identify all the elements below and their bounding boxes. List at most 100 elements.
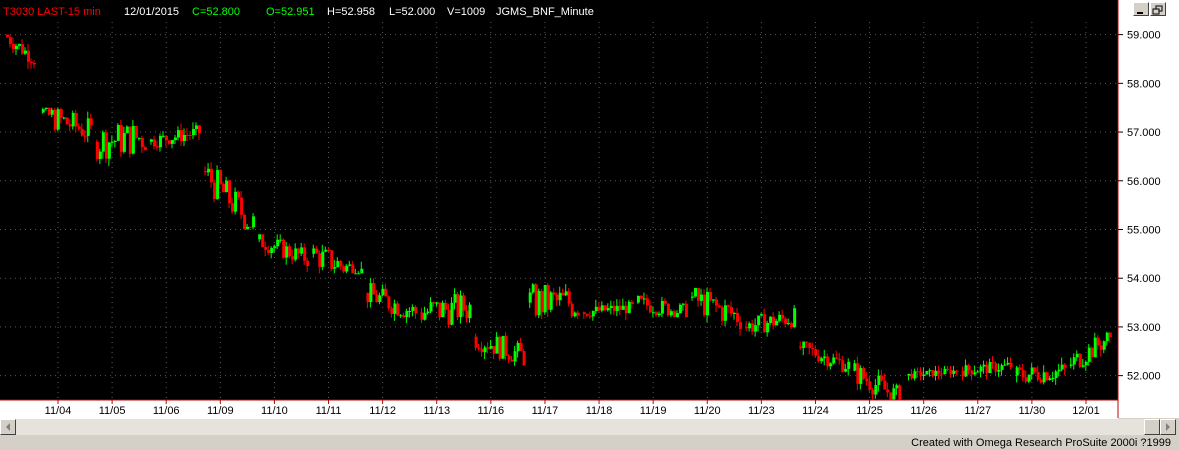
candle-body [648,305,652,313]
candle-body [865,378,869,382]
candle-body [219,170,223,184]
candle-body [802,341,806,348]
restore-button[interactable] [1150,2,1166,16]
candle-body [122,133,126,152]
candle-body [261,234,265,247]
candle-body [751,323,755,332]
candle-body [522,350,526,366]
candle-body [477,347,481,349]
x-tick-label: 11/06 [153,405,180,417]
candle-body [1006,362,1010,365]
candle-body [1015,367,1019,376]
candle-body [1018,367,1022,370]
x-tick-label: 11/27 [964,405,991,417]
candle-body [408,310,412,312]
candle-body [913,371,917,379]
horizontal-scrollbar[interactable] [0,419,1160,435]
candle-body [246,226,250,230]
candle-body [495,336,499,354]
candle-body [537,290,541,316]
candle-body [997,369,1001,372]
candle-body [639,295,643,299]
candle-body [399,315,403,317]
candle-body [991,362,995,364]
candle-body [847,361,851,369]
candle-body [748,323,752,329]
candle-body [805,341,809,343]
candle-body [324,249,328,252]
candle-body [519,342,523,351]
candle-body [1048,378,1052,381]
candle-body [1027,374,1031,382]
candle-body [1078,353,1082,367]
candle-body [390,308,394,314]
candle-body [161,135,165,137]
candle-body [868,381,872,390]
candle-body [459,295,463,318]
candle-body [137,137,141,139]
candle-body [892,388,896,400]
scroll-thumb[interactable] [1144,419,1160,435]
candle-body [724,305,728,321]
candle-body [669,311,673,316]
candle-body [694,287,698,297]
candle-body [814,349,818,356]
candle-body [889,392,893,400]
restore-icon [1152,5,1163,15]
candle-body [98,151,102,159]
candle-body [612,305,616,311]
candle-body [799,346,803,348]
x-tick-label: 11/09 [207,405,234,417]
candle-body [573,312,577,317]
candle-body [225,180,229,193]
candle-body [585,313,589,316]
candle-body [312,248,316,254]
candle-body [1051,378,1055,380]
candle-body [961,370,965,377]
candle-body [348,264,352,266]
candle-body [345,265,349,272]
candle-body [207,168,211,173]
candle-body [333,267,337,269]
candle-body [134,125,138,139]
candle-body [829,363,833,367]
candle-body [113,140,117,142]
candle-body [462,295,466,311]
footer-credit: Created with Omega Research ProSuite 200… [911,437,1171,449]
candle-body [597,306,601,311]
candle-body [483,347,487,353]
candle-body [59,109,63,118]
candle-body [940,373,944,375]
y-tick-label: 59.000 [1127,30,1161,42]
x-tick-label: 11/30 [1019,405,1046,417]
candle-body [264,246,268,250]
scroll-left-button[interactable] [0,419,16,435]
candle-body [582,312,586,314]
candle-body [555,294,559,301]
candle-body [844,368,848,372]
scroll-right-button[interactable] [1160,419,1176,435]
candle-body [609,305,613,309]
candle-body [1072,357,1076,365]
candle-body [77,126,81,129]
open-label: O=52.951 [266,6,315,18]
candle-body [83,135,87,137]
candle-body [191,128,195,136]
candle-body [877,375,881,386]
candle-body [300,247,304,254]
candle-body [170,140,174,144]
y-tick-label: 53.000 [1127,322,1161,334]
candle-body [1087,347,1091,362]
candle-body [660,300,664,314]
minimize-button[interactable] [1133,2,1149,16]
candle-body [33,63,36,65]
candle-body [405,310,409,318]
candle-body [727,305,731,308]
candle-body [775,320,779,326]
chart-window: 59.000 58.000 57.000 56.000 55.000 54.000 53.0… [0,0,1179,450]
candle-body [447,309,451,325]
candle-body [540,290,544,313]
candle-body [101,132,105,152]
candle-body [564,291,568,296]
candle-body [1045,372,1049,381]
